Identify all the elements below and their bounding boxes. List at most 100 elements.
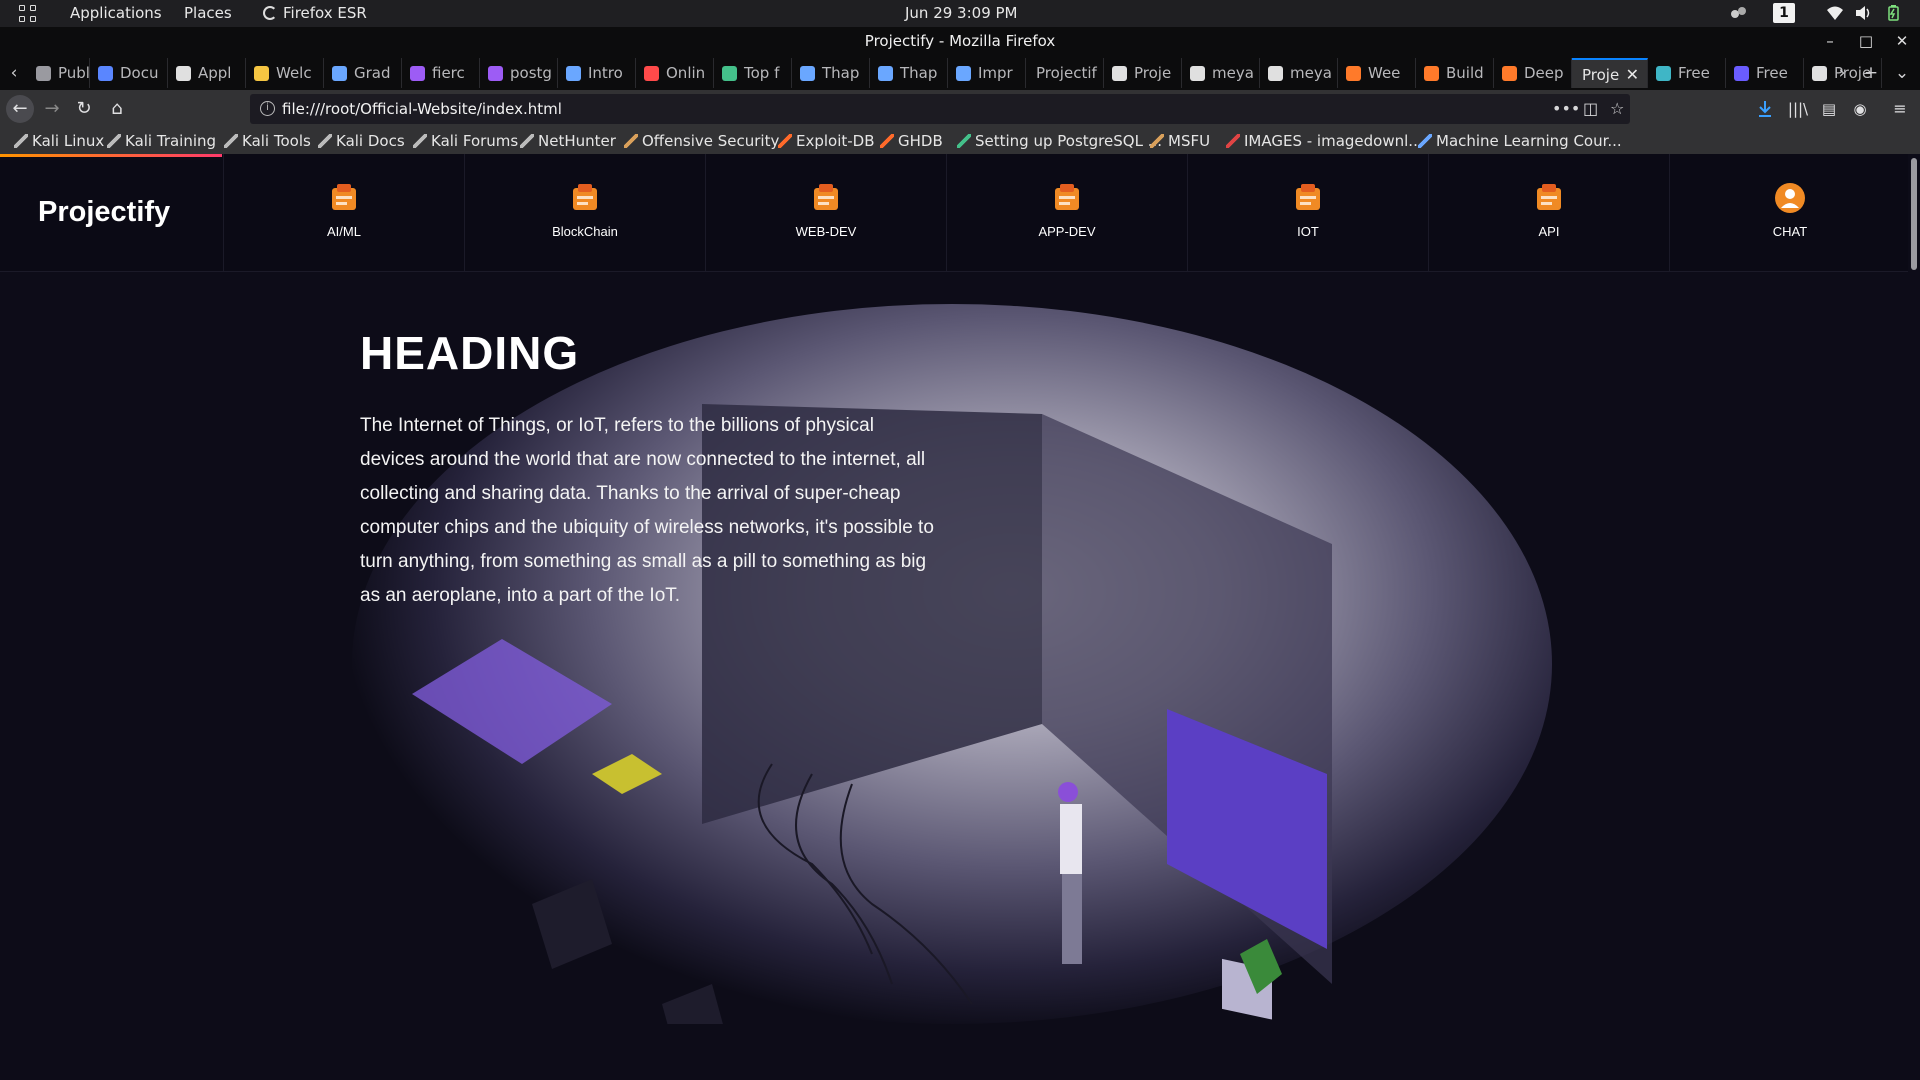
tab[interactable]: postg	[480, 58, 558, 88]
home-button[interactable]: ⌂	[103, 95, 131, 123]
tab-label: meya	[1212, 64, 1254, 82]
bookmark-favicon-icon	[880, 134, 894, 148]
tab[interactable]: Deep	[1494, 58, 1572, 88]
bookmark-star-icon[interactable]: ☆	[1610, 94, 1624, 124]
site-nav-label: BlockChain	[552, 224, 618, 239]
close-tab-icon[interactable]: ✕	[1626, 60, 1639, 88]
bookmark-item[interactable]: NetHunter	[520, 128, 616, 154]
forward-button[interactable]: →	[38, 95, 66, 123]
volume-icon[interactable]	[1854, 5, 1872, 21]
tab-favicon-icon	[1656, 66, 1671, 81]
sidebars-icon[interactable]: ▤	[1815, 95, 1843, 123]
close-window-button[interactable]: ✕	[1887, 27, 1917, 56]
apps-grid-icon[interactable]	[19, 5, 37, 23]
places-menu[interactable]: Places	[184, 4, 232, 22]
bookmark-item[interactable]: Setting up PostgreSQL ...	[957, 128, 1162, 154]
bookmark-item[interactable]: Kali Tools	[224, 128, 311, 154]
site-info-icon[interactable]: i	[260, 101, 275, 116]
bookmark-item[interactable]: Machine Learning Cour...	[1418, 128, 1622, 154]
clock[interactable]: Jun 29 3:09 PM	[905, 4, 1018, 22]
tab[interactable]: Intro	[558, 58, 636, 88]
tab[interactable]: meya	[1182, 58, 1260, 88]
site-nav-aiml[interactable]: AI/ML	[223, 154, 464, 272]
tab[interactable]: Proje	[1104, 58, 1182, 88]
back-button[interactable]: ←	[6, 95, 34, 123]
site-nav-label: AI/ML	[327, 224, 361, 239]
applications-menu[interactable]: Applications	[70, 4, 162, 22]
tab-favicon-icon	[1812, 66, 1827, 81]
reload-button[interactable]: ↻	[70, 95, 98, 123]
tab-label: Projectif	[1036, 64, 1097, 82]
tab[interactable]: Build	[1416, 58, 1494, 88]
url-text[interactable]: file:///root/Official-Website/index.html	[282, 94, 562, 124]
scrollbar-thumb[interactable]	[1911, 158, 1917, 270]
bookmark-label: MSFU	[1168, 132, 1211, 150]
firefox-app-menu[interactable]: Firefox ESR	[263, 4, 367, 22]
site-nav-chat[interactable]: CHAT	[1669, 154, 1908, 272]
extensions-tray-icon[interactable]	[1730, 5, 1748, 21]
firefox-icon	[263, 6, 277, 20]
tab[interactable]: Publi	[28, 58, 90, 88]
tab[interactable]: Projectif	[1026, 58, 1104, 88]
tab-label: Free	[1756, 64, 1788, 82]
firefox-app-label: Firefox ESR	[283, 4, 367, 22]
bookmark-favicon-icon	[413, 134, 427, 148]
tab[interactable]: Thap	[870, 58, 948, 88]
tab[interactable]: Welc	[246, 58, 324, 88]
bookmark-item[interactable]: Kali Docs	[318, 128, 405, 154]
tab[interactable]: Grad	[324, 58, 402, 88]
bookmark-favicon-icon	[778, 134, 792, 148]
bookmark-item[interactable]: GHDB	[880, 128, 943, 154]
bookmark-favicon-icon	[624, 134, 638, 148]
site-nav-blockchain[interactable]: BlockChain	[464, 154, 705, 272]
tab[interactable]: Free	[1648, 58, 1726, 88]
tab[interactable]: Impr	[948, 58, 1026, 88]
bookmark-item[interactable]: Kali Linux	[14, 128, 104, 154]
bookmark-item[interactable]: IMAGES - imagedownl...	[1226, 128, 1423, 154]
tab-favicon-icon	[800, 66, 815, 81]
hamburger-menu-icon[interactable]: ≡	[1886, 95, 1914, 123]
battery-icon[interactable]	[1884, 5, 1902, 21]
minimize-button[interactable]: –	[1815, 27, 1845, 56]
bookmark-item[interactable]: Kali Forums	[413, 128, 518, 154]
page-actions-icon[interactable]: •••	[1552, 94, 1580, 124]
tab[interactable]: Onlin	[636, 58, 714, 88]
tab[interactable]: Proje ✕	[1572, 58, 1648, 88]
library-icon[interactable]: |||\	[1784, 95, 1812, 123]
site-nav-appdev[interactable]: APP-DEV	[946, 154, 1187, 272]
list-all-tabs-button[interactable]: ⌄	[1888, 56, 1916, 90]
wifi-icon[interactable]	[1826, 5, 1844, 21]
tab[interactable]: Docu	[90, 58, 168, 88]
site-nav-api[interactable]: API	[1428, 154, 1669, 272]
new-tab-button[interactable]: +	[1857, 56, 1885, 90]
bookmark-item[interactable]: Offensive Security	[624, 128, 779, 154]
tab-favicon-icon	[722, 66, 737, 81]
tab[interactable]: Wee	[1338, 58, 1416, 88]
bookmark-label: Kali Training	[125, 132, 217, 150]
workspace-indicator[interactable]: 1	[1773, 3, 1795, 23]
bookmark-item[interactable]: Exploit-DB	[778, 128, 875, 154]
site-nav-webdev[interactable]: WEB-DEV	[705, 154, 946, 272]
tab[interactable]: Appl	[168, 58, 246, 88]
downloads-icon[interactable]	[1757, 100, 1773, 118]
bookmark-label: Kali Linux	[32, 132, 105, 150]
tab-label: Impr	[978, 64, 1013, 82]
pocket-icon[interactable]: ◫	[1583, 94, 1598, 124]
tab[interactable]: Free	[1726, 58, 1804, 88]
site-nav-iot[interactable]: IOT	[1187, 154, 1428, 272]
tab[interactable]: Top f	[714, 58, 792, 88]
page-heading: HEADING	[360, 327, 580, 379]
tab[interactable]: fierc	[402, 58, 480, 88]
brand-logo[interactable]: Projectify	[38, 196, 170, 229]
url-bar[interactable]: i file:///root/Official-Website/index.ht…	[250, 94, 1630, 124]
scroll-tabs-right-button[interactable]: ›	[1828, 56, 1856, 90]
tab[interactable]: Thap	[792, 58, 870, 88]
page-scrollbar[interactable]	[1908, 154, 1920, 1080]
scroll-tabs-left-button[interactable]: ‹	[0, 56, 28, 90]
maximize-button[interactable]: □	[1851, 27, 1881, 56]
bookmark-item[interactable]: Kali Training	[107, 128, 216, 154]
bookmark-item[interactable]: MSFU	[1150, 128, 1210, 154]
tab[interactable]: meya	[1260, 58, 1338, 88]
bookmark-favicon-icon	[318, 134, 332, 148]
account-icon[interactable]: ◉	[1846, 95, 1874, 123]
